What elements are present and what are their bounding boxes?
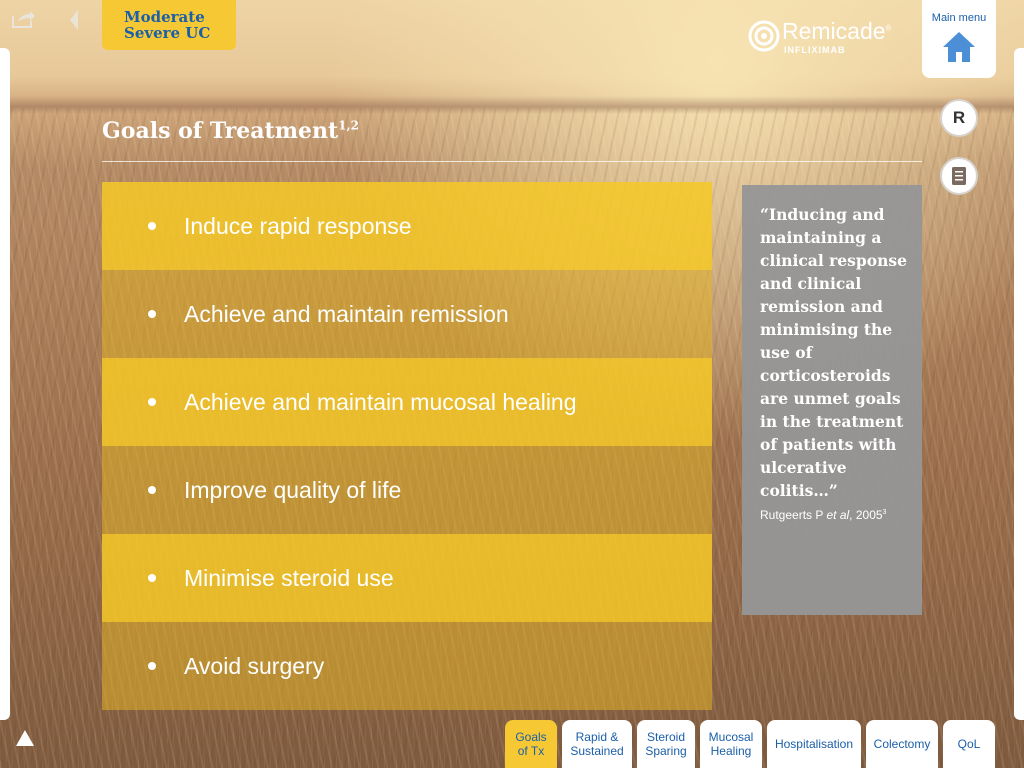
horizon-line xyxy=(0,96,1024,114)
brand-subtitle: INFLIXIMAB xyxy=(784,45,846,55)
left-edge-rail xyxy=(0,48,10,720)
goal-item: Achieve and maintain remission xyxy=(102,270,712,358)
tab-hospitalisation[interactable]: Hospitalisation xyxy=(767,720,861,768)
references-button[interactable]: R xyxy=(940,99,978,137)
goal-item: Achieve and maintain mucosal healing xyxy=(102,358,712,446)
remicade-brand: Remicade® INFLIXIMAB xyxy=(748,18,898,58)
tab-rapid-sustained[interactable]: Rapid & Sustained xyxy=(562,720,632,768)
goal-text: Achieve and maintain mucosal healing xyxy=(184,388,577,415)
main-menu-label: Main menu xyxy=(931,12,987,24)
right-edge-rail xyxy=(1014,48,1024,720)
bullet xyxy=(148,398,156,406)
quote-citation: Rutgeerts P et al, 20053 xyxy=(760,508,887,522)
goal-text: Avoid surgery xyxy=(184,652,325,679)
indication-line-1: Moderate xyxy=(124,8,205,26)
home-icon xyxy=(943,32,975,62)
references-label: R xyxy=(952,108,966,127)
quote-box: “Inducing and maintaining a clinical res… xyxy=(742,185,922,615)
share-icon[interactable] xyxy=(10,8,36,30)
document-icon xyxy=(952,167,966,185)
bullet xyxy=(148,662,156,670)
tab-steroid-sparing[interactable]: Steroid Sparing xyxy=(637,720,695,768)
page-title: Goals of Treatment1,2 xyxy=(102,118,360,144)
goal-item: Minimise steroid use xyxy=(102,534,712,622)
bullet xyxy=(148,222,156,230)
brand-name: Remicade® xyxy=(782,18,892,44)
goal-text: Minimise steroid use xyxy=(184,564,394,591)
goal-item: Avoid surgery xyxy=(102,622,712,710)
goal-item: Improve quality of life xyxy=(102,446,712,534)
document-button[interactable] xyxy=(940,157,978,195)
quote-text: “Inducing and maintaining a clinical res… xyxy=(760,205,907,500)
title-divider xyxy=(102,161,922,162)
bullet xyxy=(148,486,156,494)
goal-text: Improve quality of life xyxy=(184,476,402,503)
back-arrow-icon[interactable] xyxy=(66,8,82,32)
remicade-logo-icon xyxy=(748,20,780,52)
goal-item: Induce rapid response xyxy=(102,182,712,270)
tab-goals-of-tx[interactable]: Goals of Tx xyxy=(505,720,557,768)
tab-mucosal-healing[interactable]: Mucosal Healing xyxy=(700,720,762,768)
tab-qol[interactable]: QoL xyxy=(943,720,995,768)
up-arrow-icon[interactable] xyxy=(14,728,36,748)
bullet xyxy=(148,310,156,318)
tab-colectomy[interactable]: Colectomy xyxy=(866,720,938,768)
main-menu-button[interactable]: Main menu xyxy=(922,0,996,78)
indication-line-2: Severe UC xyxy=(124,24,211,42)
bullet xyxy=(148,574,156,582)
indication-tag: Moderate Severe UC xyxy=(102,0,236,50)
title-references: 1,2 xyxy=(338,118,360,133)
goal-text: Achieve and maintain remission xyxy=(184,300,509,327)
goal-text: Induce rapid response xyxy=(184,212,412,239)
